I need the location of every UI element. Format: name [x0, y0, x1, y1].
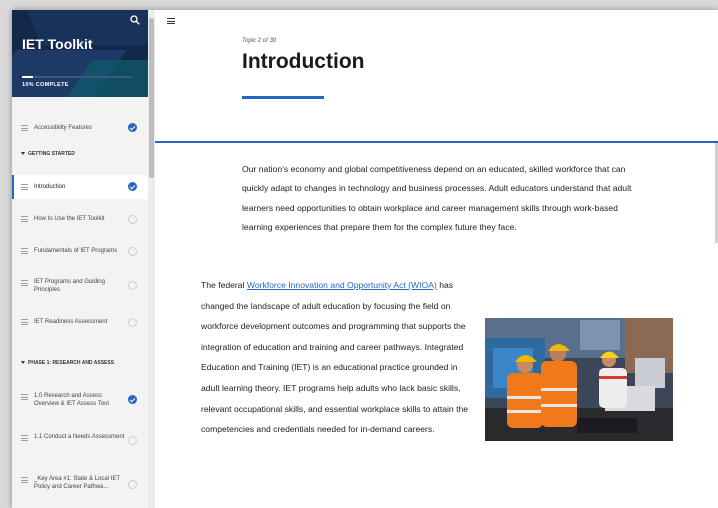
sidebar-item-label: IET Readiness Assessment [34, 319, 108, 325]
sidebar-item-label: Fundamentals of IET Programs [34, 248, 118, 254]
sidebar-item-research-assess[interactable]: 1.0 Research and Assess Overview & IET A… [12, 386, 148, 412]
list-icon [21, 248, 28, 254]
sidebar-item-key-area-1[interactable]: _Key Area #1: State & Local IET Policy a… [12, 469, 148, 503]
intro-paragraph: Our nation’s economy and global competit… [242, 164, 632, 232]
menu-icon[interactable] [167, 18, 175, 24]
app-window: IET Toolkit 10% COMPLETE Accessibility F… [12, 10, 718, 508]
section-phase-1[interactable]: PHASE 1: RESEARCH AND ASSESS [21, 360, 114, 366]
sidebar-item-label: IET Programs and Guiding Principles [34, 279, 105, 293]
list-icon [21, 477, 28, 483]
sidebar-item-label: 1.1 Conduct a Needs Assessment [34, 434, 125, 440]
sidebar-item-label: Introduction [34, 184, 66, 190]
check-icon [128, 318, 137, 327]
sidebar-item-accessibility[interactable]: Accessibility Features [12, 117, 148, 139]
check-icon [128, 182, 137, 191]
title-underline [242, 96, 324, 99]
sidebar-item-label: Accessibility Features [34, 125, 93, 131]
chevron-down-icon [21, 152, 25, 156]
sidebar-item-label: _Key Area #1: State & Local IET Policy a… [34, 476, 120, 490]
section-getting-started[interactable]: GETTING STARTED [21, 151, 75, 157]
check-icon [128, 395, 137, 404]
body-text-rest: has changed the landscape of adult educa… [201, 280, 469, 435]
sidebar-item-fundamentals[interactable]: Fundamentals of IET Programs [12, 240, 148, 262]
course-title: IET Toolkit [22, 36, 93, 52]
check-icon [128, 215, 137, 224]
page-title: Introduction [242, 50, 365, 73]
list-icon [21, 125, 28, 131]
sidebar-item-guiding-principles[interactable]: IET Programs and Guiding Principles [12, 272, 148, 298]
check-icon [128, 123, 137, 132]
section-label: PHASE 1: RESEARCH AND ASSESS [28, 360, 115, 366]
chevron-down-icon [21, 361, 25, 365]
sidebar-item-introduction[interactable]: Introduction [12, 175, 148, 199]
list-icon [21, 435, 28, 441]
lesson-content: Topic 2 of 30 Introduction Our nation’s … [155, 10, 718, 508]
sidebar-item-readiness[interactable]: IET Readiness Assessment [12, 311, 148, 333]
topic-counter: Topic 2 of 30 [242, 38, 277, 44]
search-icon[interactable] [130, 15, 140, 25]
list-icon [21, 280, 28, 286]
progress-bar [22, 76, 132, 78]
sidebar-item-label: 1.0 Research and Assess Overview & IET A… [34, 393, 109, 407]
body-text-prefix: The federal [201, 280, 247, 290]
check-icon [128, 436, 137, 445]
sidebar: IET Toolkit 10% COMPLETE Accessibility F… [12, 10, 148, 508]
sidebar-item-label: How to Use the IET Toolkit [34, 216, 105, 222]
sidebar-item-how-to-use[interactable]: How to Use the IET Toolkit [12, 208, 148, 230]
list-icon [21, 394, 28, 400]
sidebar-item-needs-assessment[interactable]: 1.1 Conduct a Needs Assessment [12, 427, 148, 453]
list-icon [21, 184, 28, 190]
list-icon [21, 319, 28, 325]
wioa-link[interactable]: Workforce Innovation and Opportunity Act… [247, 280, 437, 290]
progress-fill [22, 76, 33, 78]
section-label: GETTING STARTED [28, 151, 75, 157]
header-divider [155, 141, 718, 143]
check-icon [128, 247, 137, 256]
sidebar-header: IET Toolkit 10% COMPLETE [12, 10, 148, 97]
sidebar-scroll-thumb[interactable] [149, 18, 154, 178]
workers-photo [485, 318, 673, 441]
list-icon [21, 216, 28, 222]
check-icon [128, 281, 137, 290]
body-paragraph: The federal Workforce Innovation and Opp… [201, 275, 469, 440]
progress-label: 10% COMPLETE [22, 82, 69, 88]
check-icon [128, 480, 137, 489]
